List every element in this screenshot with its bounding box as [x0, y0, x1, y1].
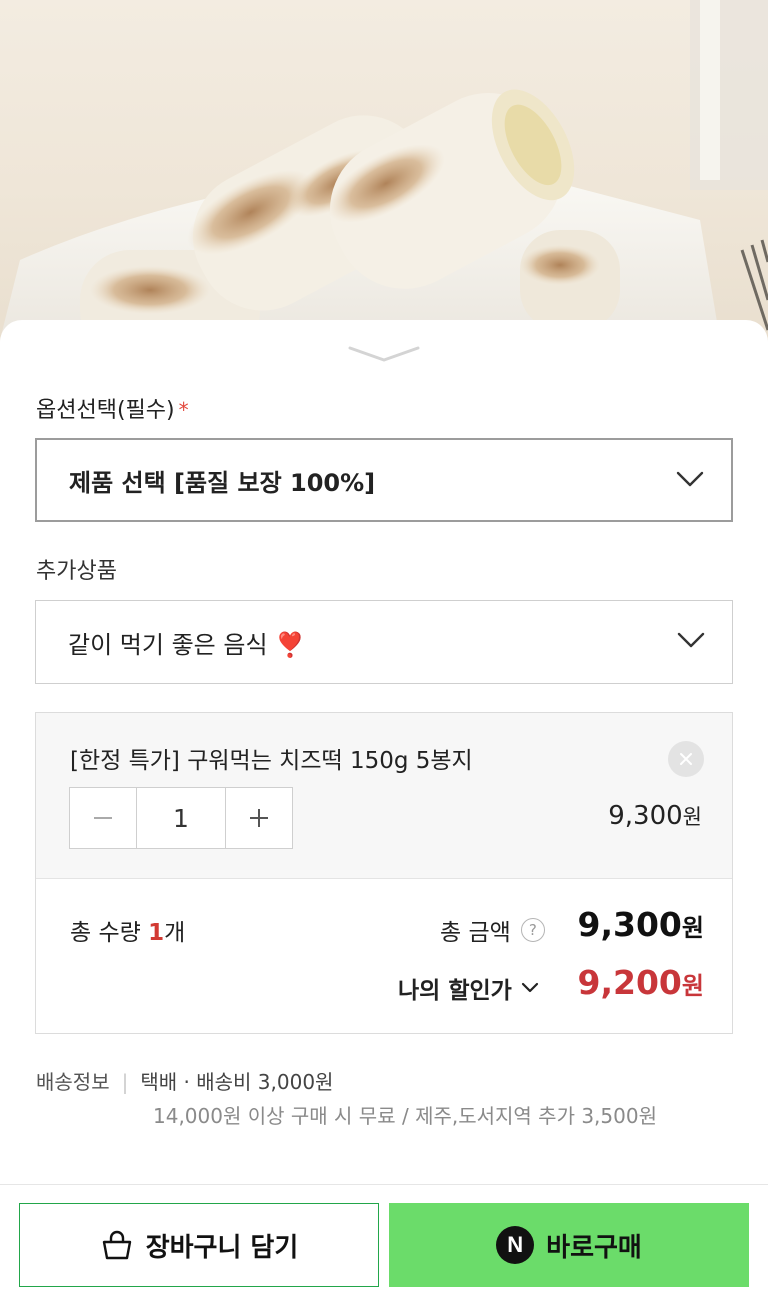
product-option-select[interactable]: 제품 선택 [품질 보장 100%] [35, 438, 733, 522]
close-icon [680, 753, 692, 765]
total-amount-label-row: 총 금액 ? [440, 913, 545, 947]
selected-item-price-unit: 원 [682, 805, 702, 829]
naver-pay-icon: N [496, 1226, 535, 1264]
required-option-label: 옵션선택(필수) * [36, 392, 189, 424]
decrease-quantity-button[interactable] [70, 788, 136, 848]
increase-quantity-button[interactable] [226, 788, 292, 848]
total-amount-unit: 원 [681, 914, 704, 942]
selected-item-box: [한정 특가] 구워먹는 치즈떡 150g 5봉지 1 9,300원 총 수량 … [35, 712, 733, 1034]
shipping-note: 14,000원 이상 구매 시 무료 / 제주,도서지역 추가 3,500원 [153, 1104, 657, 1128]
help-icon[interactable]: ? [520, 918, 545, 942]
shipping-divider: | [121, 1070, 129, 1094]
chevron-down-icon [677, 632, 705, 648]
quantity-input[interactable]: 1 [136, 788, 226, 848]
product-photo-illustration [0, 0, 768, 340]
discount-amount-unit: 원 [681, 972, 704, 1000]
addon-label: 추가상품 [36, 559, 117, 584]
addon-product-select-value: 같이 먹기 좋은 음식 ❣️ [68, 630, 306, 659]
total-quantity-unit: 개 [164, 920, 186, 946]
discount-label: 나의 할인가 [398, 978, 512, 1004]
shipping-label: 배송정보 [36, 1070, 110, 1094]
quantity-stepper: 1 [69, 787, 293, 849]
buy-now-label: 바로구매 [546, 1232, 642, 1263]
total-quantity-value: 1 [148, 920, 165, 946]
total-quantity: 총 수량 1개 [70, 913, 185, 947]
chevron-down-icon [676, 471, 704, 487]
selected-item-name: [한정 특가] 구워먹는 치즈떡 150g 5봉지 [70, 748, 473, 774]
minus-icon [94, 817, 112, 819]
action-bar: 장바구니 담기 N 바로구매 [0, 1184, 768, 1304]
chevron-down-icon [348, 346, 420, 362]
product-option-select-value: 제품 선택 [품질 보장 100%] [69, 468, 376, 497]
selected-item: [한정 특가] 구워먹는 치즈떡 150g 5봉지 1 9,300원 [36, 713, 732, 879]
product-photo [0, 0, 768, 340]
shipping-method: 택배 · 배송비 3,000원 [140, 1070, 334, 1094]
remove-item-button[interactable] [668, 741, 704, 777]
total-amount: 9,300원 [578, 905, 704, 944]
add-to-cart-button[interactable]: 장바구니 담기 [19, 1203, 379, 1287]
plus-icon [250, 809, 268, 827]
addon-product-select[interactable]: 같이 먹기 좋은 음식 ❣️ [35, 600, 733, 684]
shipping-info: 배송정보 | 택배 · 배송비 3,000원 [36, 1066, 333, 1095]
total-amount-label: 총 금액 [440, 920, 511, 946]
total-quantity-label: 총 수량 [70, 920, 141, 946]
sheet-collapse-handle[interactable] [344, 342, 424, 364]
purchase-sheet: 옵션선택(필수) * 제품 선택 [품질 보장 100%] 추가상품 같이 먹기 … [0, 320, 768, 1304]
selected-item-price: 9,300원 [608, 801, 702, 831]
discount-amount: 9,200원 [578, 963, 704, 1002]
discount-price-toggle[interactable]: 나의 할인가 [398, 971, 540, 1005]
selected-item-price-value: 9,300 [608, 801, 683, 831]
required-option-label-text: 옵션선택(필수) [36, 398, 175, 423]
total-amount-value: 9,300 [577, 905, 682, 944]
add-to-cart-label: 장바구니 담기 [145, 1232, 299, 1263]
shopping-basket-icon [102, 1230, 131, 1260]
chevron-down-icon [521, 982, 538, 993]
buy-now-button[interactable]: N 바로구매 [389, 1203, 749, 1287]
discount-amount-value: 9,200 [577, 963, 682, 1002]
required-mark: * [178, 398, 189, 422]
